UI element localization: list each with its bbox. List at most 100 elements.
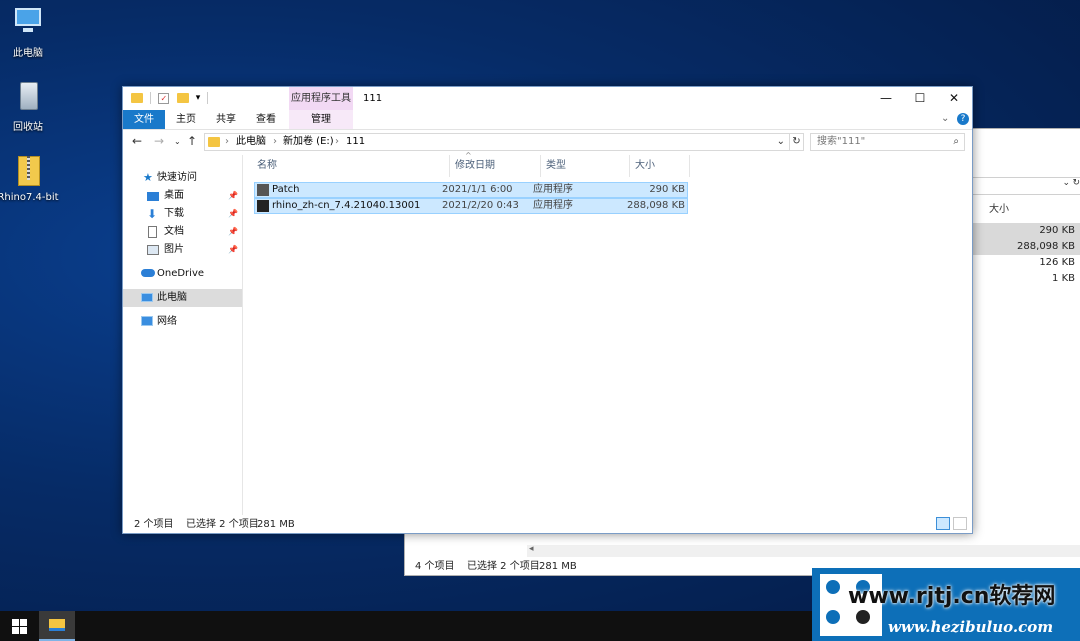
nav-pictures[interactable]: 图片 📌 — [123, 241, 242, 259]
desktop-icon-recycle-bin[interactable]: 回收站 — [0, 80, 63, 133]
table-row[interactable]: Patch 2021/1/1 6:00 应用程序 290 KB — [254, 182, 688, 198]
chevron-down-icon: ⌄ — [1062, 178, 1070, 188]
network-icon — [141, 316, 153, 326]
file-size: 288,098 KB — [627, 200, 685, 211]
details-view-button[interactable] — [936, 517, 950, 530]
up-arrow-icon[interactable]: ↑ — [187, 134, 197, 148]
taskbar-file-explorer[interactable] — [39, 611, 75, 641]
chevron-down-icon[interactable]: ⌄ — [777, 134, 785, 150]
new-folder-icon[interactable] — [176, 93, 189, 103]
star-icon: ★ — [143, 171, 153, 184]
desktop-icon-this-pc[interactable]: 此电脑 — [0, 6, 63, 59]
column-header-name[interactable]: 名称 — [252, 155, 450, 177]
status-item-count: 2 个项目 — [134, 519, 174, 530]
back-arrow-icon[interactable]: ← — [132, 134, 142, 148]
pin-icon[interactable]: 📌 — [228, 241, 238, 259]
file-explorer-icon — [49, 619, 65, 631]
search-input[interactable]: 搜索"111" ⌕ — [810, 133, 965, 151]
nav-documents[interactable]: 文档 📌 — [123, 223, 242, 241]
tab-home[interactable]: 主页 — [167, 110, 205, 129]
nav-onedrive[interactable]: OneDrive — [123, 265, 242, 283]
recent-locations-icon[interactable]: ⌄ — [174, 137, 181, 146]
chevron-right-icon[interactable]: › — [335, 134, 339, 150]
status-bar: 2 个项目 已选择 2 个项目 281 MB — [123, 515, 972, 533]
status-selection: 已选择 2 个项目 — [186, 519, 259, 530]
column-header-size[interactable]: 大小 — [630, 155, 690, 177]
nav-label: 快速访问 — [157, 172, 197, 183]
folder-icon — [131, 93, 143, 103]
file-date: 2021/1/1 6:00 — [442, 184, 513, 195]
desktop-icon — [147, 192, 159, 201]
file-name: rhino_zh-cn_7.4.21040.13001 — [272, 200, 421, 211]
file-list[interactable]: ^ 名称 修改日期 类型 大小 Patch 2021/1/1 6:00 应用程序… — [243, 151, 972, 515]
table-row[interactable]: rhino_zh-cn_7.4.21040.13001 2021/2/20 0:… — [254, 198, 688, 214]
customize-qat-icon[interactable]: ▾ — [196, 93, 201, 103]
recycle-bin-icon — [11, 80, 45, 114]
nav-quick-access[interactable]: ★ 快速访问 — [123, 169, 242, 187]
status-size: 281 MB — [257, 519, 295, 530]
nav-label: 此电脑 — [157, 292, 187, 303]
column-header-type[interactable]: 类型 — [541, 155, 630, 177]
pin-icon[interactable]: 📌 — [228, 223, 238, 241]
nav-downloads[interactable]: ⬇ 下载 📌 — [123, 205, 242, 223]
breadcrumb-drive-e[interactable]: 新加卷 (E:) — [283, 134, 334, 150]
title-bar[interactable]: ✓ ▾ 应用程序工具 111 — ☐ ✕ — [123, 87, 972, 110]
nav-desktop[interactable]: 桌面 📌 — [123, 187, 242, 205]
status-selection: 已选择 2 个项目 — [467, 561, 540, 572]
search-icon: ⌕ — [953, 136, 959, 147]
context-tab-group-label: 应用程序工具 — [289, 87, 353, 110]
scroll-left-icon[interactable]: ◂ — [529, 544, 534, 554]
desktop-icon-label: Rhino7.4-bit — [0, 192, 59, 203]
help-icon[interactable]: ? — [957, 113, 969, 125]
zip-folder-icon — [11, 154, 45, 188]
nav-this-pc[interactable]: 此电脑 — [123, 289, 242, 307]
desktop-icon-rhino-zip[interactable]: Rhino7.4-bit — [0, 154, 63, 203]
pin-icon[interactable]: 📌 — [228, 205, 238, 223]
close-button[interactable]: ✕ — [937, 87, 971, 110]
navigation-bar: ← → ⌄ ↑ › 此电脑 › 新加卷 (E:) › 111 ⌄ ↻ 搜索"11… — [123, 130, 972, 154]
tab-manage[interactable]: 管理 — [289, 110, 353, 129]
chevron-right-icon[interactable]: › — [225, 134, 229, 150]
application-icon — [257, 184, 269, 196]
tab-share[interactable]: 共享 — [207, 110, 245, 129]
windows-start-icon[interactable] — [12, 619, 28, 634]
file-type: 应用程序 — [533, 200, 573, 211]
minimize-button[interactable]: — — [869, 87, 903, 110]
document-icon — [148, 226, 157, 238]
ribbon-tabs: 文件 主页 共享 查看 管理 ⌄ ? — [123, 110, 972, 130]
tab-view[interactable]: 查看 — [247, 110, 285, 129]
quick-access-toolbar: ✓ ▾ — [131, 92, 209, 106]
nav-network[interactable]: 网络 — [123, 313, 242, 331]
expand-ribbon-icon[interactable]: ⌄ — [941, 113, 949, 124]
background-size-cell: 290 KB — [971, 223, 1080, 239]
computer-icon — [141, 293, 153, 302]
watermark-url: www.hezibuluo.com — [888, 618, 1054, 636]
divider — [150, 92, 152, 104]
tab-file[interactable]: 文件 — [123, 110, 165, 129]
cloud-icon — [141, 269, 155, 277]
breadcrumb-111[interactable]: 111 — [346, 134, 365, 150]
maximize-button[interactable]: ☐ — [903, 87, 937, 110]
file-size: 290 KB — [649, 184, 685, 195]
chevron-right-icon[interactable]: › — [273, 134, 277, 150]
forward-arrow-icon[interactable]: → — [154, 134, 164, 148]
background-address-bar[interactable]: ⌄ ↻ — [971, 177, 1080, 195]
breadcrumb-this-pc[interactable]: 此电脑 — [236, 134, 266, 150]
desktop-icon-label: 回收站 — [13, 122, 43, 133]
file-type: 应用程序 — [533, 184, 573, 195]
column-header-date[interactable]: 修改日期 — [450, 155, 541, 177]
properties-icon[interactable]: ✓ — [158, 92, 170, 104]
background-column-size[interactable]: 大小 — [971, 201, 1080, 219]
window-title: 111 — [363, 93, 383, 104]
explorer-window[interactable]: ✓ ▾ 应用程序工具 111 — ☐ ✕ 文件 主页 共享 查看 管理 ⌄ ? … — [122, 86, 973, 534]
nav-label: 网络 — [157, 316, 177, 327]
address-bar[interactable]: › 此电脑 › 新加卷 (E:) › 111 ⌄ — [204, 133, 790, 151]
horizontal-scrollbar[interactable]: ◂ — [527, 544, 1080, 557]
large-icons-view-button[interactable] — [953, 517, 967, 530]
status-size: 281 MB — [539, 561, 577, 572]
refresh-button[interactable]: ↻ — [790, 133, 804, 151]
nav-label: 文档 — [164, 226, 184, 237]
refresh-icon: ↻ — [1072, 178, 1080, 188]
pin-icon[interactable]: 📌 — [228, 187, 238, 205]
background-size-cell: 1 KB — [1052, 273, 1075, 284]
